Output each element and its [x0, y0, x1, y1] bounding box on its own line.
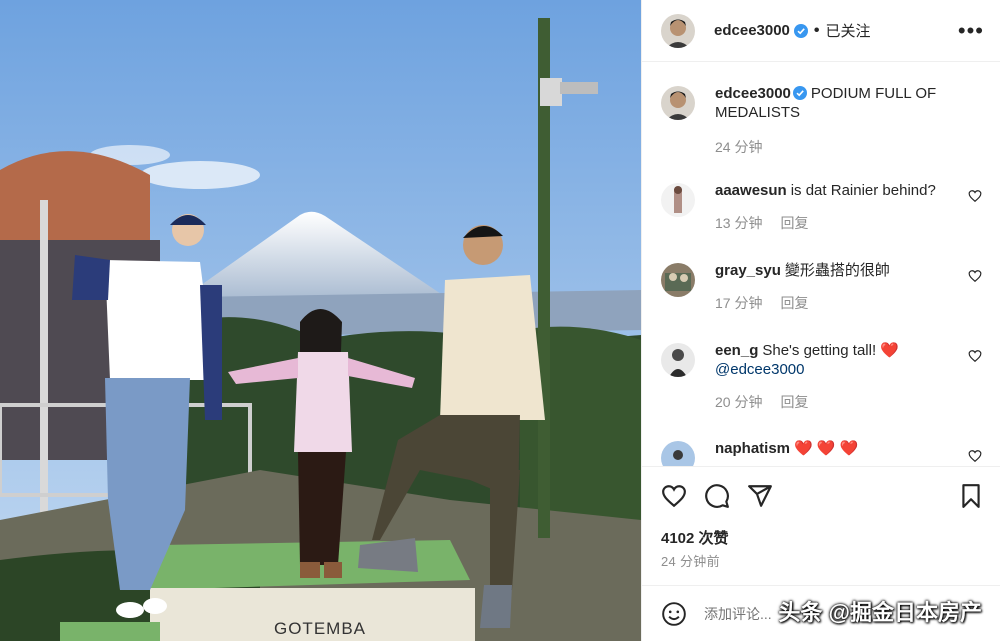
comment-bubble-icon[interactable]: [704, 483, 730, 509]
watermark-text: 头条 @掘金日本房产: [778, 600, 982, 625]
emoji-icon[interactable]: [661, 601, 687, 627]
likes-count[interactable]: 4102 次赞: [661, 527, 729, 548]
comment-item: gray_syu 變形蟲搭的很帥 17 分钟 回复: [661, 261, 986, 313]
heart-emoji: ❤️: [880, 342, 899, 359]
comment-mention-link[interactable]: @edcee3000: [715, 361, 804, 378]
comment-username[interactable]: gray_syu: [715, 262, 781, 279]
comment-text: 變形蟲搭的很帥: [784, 262, 890, 279]
share-send-icon[interactable]: [747, 483, 773, 509]
comment-time[interactable]: 17 分钟: [715, 295, 762, 311]
comments-list[interactable]: edcee3000 PODIUM FULL OF MEDALISTS 24 分钟 …: [642, 62, 1000, 466]
verified-badge-icon: [793, 23, 808, 38]
post-header: edcee3000 • 已关注 •••: [642, 0, 1000, 62]
like-comment-heart-icon[interactable]: [968, 269, 982, 283]
comment-text: ❤️ ❤️ ❤️: [794, 440, 859, 457]
like-comment-heart-icon[interactable]: [968, 349, 982, 363]
comment-text: She's getting tall!: [762, 342, 877, 359]
reply-button[interactable]: 回复: [780, 394, 808, 410]
like-heart-icon[interactable]: [661, 483, 687, 509]
comment-item: aaawesun is dat Rainier behind? 13 分钟 回复: [661, 181, 986, 233]
post-side-panel: edcee3000 • 已关注 ••• edcee3000 PODIUM FULL…: [641, 0, 1000, 641]
post-photo[interactable]: GOTEMBA: [0, 0, 641, 641]
commenter-avatar[interactable]: [661, 263, 695, 297]
photo-scene: GOTEMBA: [0, 0, 641, 641]
comment-username[interactable]: een_g: [715, 342, 758, 359]
verified-badge-icon: [792, 86, 807, 100]
separator-dot: •: [813, 21, 820, 39]
comment-item: een_g She's getting tall! ❤️ @edcee3000 2…: [661, 341, 986, 412]
author-avatar[interactable]: [661, 13, 695, 48]
reply-button[interactable]: 回复: [780, 215, 808, 231]
author-username[interactable]: edcee3000: [714, 22, 790, 39]
comment-item: naphatism ❤️ ❤️ ❤️: [661, 439, 986, 466]
post-actions: 4102 次赞 24 分钟前: [642, 466, 1000, 585]
comment-time[interactable]: 20 分钟: [715, 394, 762, 410]
author-avatar[interactable]: [661, 86, 695, 120]
caption-item: edcee3000 PODIUM FULL OF MEDALISTS 24 分钟: [661, 84, 986, 157]
like-comment-heart-icon[interactable]: [968, 449, 982, 463]
caption-username[interactable]: edcee3000: [715, 85, 791, 102]
reply-button[interactable]: 回复: [780, 295, 808, 311]
commenter-avatar[interactable]: [661, 441, 695, 466]
comment-username[interactable]: aaawesun: [715, 182, 787, 199]
comment-time[interactable]: 13 分钟: [715, 215, 762, 231]
save-bookmark-icon[interactable]: [958, 483, 984, 509]
caption-time[interactable]: 24 分钟: [715, 139, 762, 155]
like-comment-heart-icon[interactable]: [968, 189, 982, 203]
comment-text: is dat Rainier behind?: [790, 182, 936, 199]
podium-text: GOTEMBA: [274, 619, 366, 638]
commenter-avatar[interactable]: [661, 343, 695, 377]
commenter-avatar[interactable]: [661, 183, 695, 217]
follow-status-button[interactable]: 已关注: [826, 20, 871, 41]
comment-username[interactable]: naphatism: [715, 440, 790, 457]
more-options-icon[interactable]: •••: [958, 19, 984, 42]
post-timestamp[interactable]: 24 分钟前: [661, 551, 720, 570]
